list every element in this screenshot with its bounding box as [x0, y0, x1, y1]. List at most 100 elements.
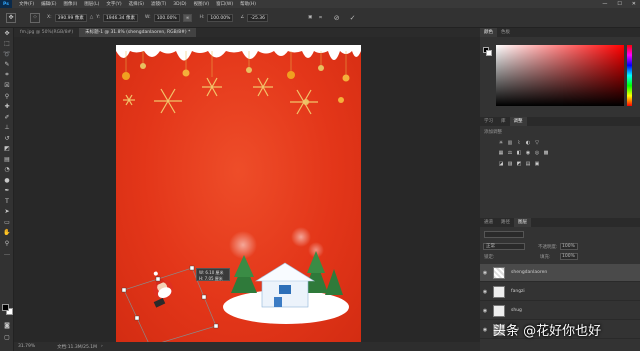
- y-field[interactable]: 1946.34 像素: [102, 13, 138, 22]
- tab-fm-jpg[interactable]: fm.jpg @ 50%(RGB/8#): [14, 28, 80, 37]
- fill-field[interactable]: 100%: [560, 253, 578, 260]
- blend-mode-select[interactable]: 正常: [483, 243, 525, 250]
- vibrance-icon[interactable]: ▽: [534, 140, 540, 146]
- tab-libraries[interactable]: 库: [497, 117, 510, 126]
- clone-stamp-tool-icon[interactable]: ⊥: [0, 123, 14, 134]
- relative-icon[interactable]: △: [90, 15, 93, 20]
- visibility-eye-icon[interactable]: ◉: [480, 327, 490, 333]
- move-tool-preset-icon[interactable]: ✥: [6, 12, 16, 23]
- menu-image[interactable]: 图像(I): [63, 1, 77, 7]
- maximize-button[interactable]: ☐: [617, 1, 621, 7]
- tab-paths[interactable]: 路径: [497, 218, 514, 227]
- black-white-icon[interactable]: ◧: [516, 150, 522, 156]
- menu-window[interactable]: 窗口(W): [216, 1, 233, 7]
- quick-select-tool-icon[interactable]: ✎: [0, 60, 14, 71]
- gradient-map-icon[interactable]: ▤: [525, 161, 531, 167]
- x-field[interactable]: 390.99 像素: [54, 13, 87, 22]
- brightness-icon[interactable]: ☀: [498, 140, 504, 146]
- type-tool-icon[interactable]: T: [0, 196, 14, 207]
- curves-icon[interactable]: ⌇: [516, 140, 522, 146]
- menu-edit[interactable]: 编辑(E): [41, 1, 56, 7]
- crop-tool-icon[interactable]: ⌗: [0, 70, 14, 81]
- shape-tool-icon[interactable]: ▭: [0, 217, 14, 228]
- visibility-eye-icon[interactable]: ◉: [480, 270, 490, 276]
- layer-name[interactable]: shug: [511, 308, 522, 313]
- link-icon[interactable]: ∞: [182, 13, 193, 22]
- menu-view[interactable]: 视图(V): [194, 1, 210, 7]
- interpolation-icon[interactable]: ▣: [308, 15, 312, 20]
- blur-tool-icon[interactable]: ◔: [0, 165, 14, 176]
- hue-slider[interactable]: [627, 45, 632, 106]
- threshold-icon[interactable]: ◩: [516, 161, 522, 167]
- dodge-tool-icon[interactable]: ●: [0, 175, 14, 186]
- height-field[interactable]: 100.00%: [207, 13, 234, 22]
- layer-name[interactable]: fangzi: [511, 289, 525, 294]
- invert-icon[interactable]: ◪: [498, 161, 504, 167]
- layer-row[interactable]: ◉ fangzi: [480, 283, 640, 301]
- frame-tool-icon[interactable]: ☒: [0, 81, 14, 92]
- layer-row[interactable]: ◉ shengdanlaoren: [480, 264, 640, 282]
- panel-background-swatch[interactable]: [486, 50, 492, 56]
- layer-filter-kind[interactable]: [484, 231, 524, 238]
- menu-help[interactable]: 帮助(H): [240, 1, 256, 7]
- screen-mode-icon[interactable]: ▢: [0, 332, 14, 343]
- visibility-eye-icon[interactable]: ◉: [480, 289, 490, 295]
- tab-channels[interactable]: 通道: [480, 218, 497, 227]
- move-tool-icon[interactable]: ✥: [0, 28, 14, 39]
- opacity-field[interactable]: 100%: [560, 243, 578, 250]
- pen-tool-icon[interactable]: ✒: [0, 186, 14, 197]
- eyedropper-tool-icon[interactable]: ⚲: [0, 91, 14, 102]
- more-tools-icon[interactable]: …: [0, 249, 14, 260]
- tab-learn[interactable]: 学习: [480, 117, 497, 126]
- document-size: 文档:11.3M/25.1M: [57, 344, 98, 350]
- photo-filter-icon[interactable]: ◉: [525, 150, 531, 156]
- watermark: 头条 @花好你也好: [493, 318, 601, 340]
- levels-icon[interactable]: ▥: [507, 140, 513, 146]
- hue-sat-icon[interactable]: ▦: [498, 150, 504, 156]
- tab-untitled-1[interactable]: 未标题-1 @ 31.8% (shengdanlaoren, RGB/8#) *: [79, 28, 197, 37]
- history-brush-tool-icon[interactable]: ↺: [0, 133, 14, 144]
- posterize-icon[interactable]: ▨: [507, 161, 513, 167]
- layer-name[interactable]: shengdanlaoren: [511, 270, 547, 275]
- gradient-tool-icon[interactable]: ▤: [0, 154, 14, 165]
- menu-select[interactable]: 选择(S): [129, 1, 144, 7]
- menu-layer[interactable]: 图层(L): [84, 1, 99, 7]
- quick-mask-icon[interactable]: ◙: [0, 320, 14, 331]
- color-lookup-icon[interactable]: ▩: [543, 150, 549, 156]
- width-field[interactable]: 100.00%: [153, 13, 180, 22]
- tab-adjustments[interactable]: 调整: [509, 117, 527, 126]
- warp-icon[interactable]: ⌗: [319, 15, 322, 21]
- menu-filter[interactable]: 滤镜(T): [151, 1, 166, 7]
- color-balance-icon[interactable]: ⚖: [507, 150, 513, 156]
- tab-layers[interactable]: 图层: [514, 218, 531, 227]
- zoom-tool-icon[interactable]: ⚲: [0, 238, 14, 249]
- visibility-eye-icon[interactable]: ◉: [480, 308, 490, 314]
- menu-3d[interactable]: 3D(D): [173, 2, 186, 7]
- menu-file[interactable]: 文件(F): [19, 1, 34, 7]
- lasso-tool-icon[interactable]: ➰: [0, 49, 14, 60]
- close-button[interactable]: ✕: [632, 1, 636, 7]
- brush-tool-icon[interactable]: ✐: [0, 112, 14, 123]
- commit-transform-icon[interactable]: ✓: [350, 14, 356, 22]
- add-adjustment-label: 添加调整: [484, 130, 502, 135]
- selective-color-icon[interactable]: ▣: [534, 161, 540, 167]
- menu-type[interactable]: 文字(Y): [106, 1, 121, 7]
- color-picker-field[interactable]: [496, 45, 624, 106]
- marquee-tool-icon[interactable]: ⬚: [0, 39, 14, 50]
- zoom-level[interactable]: 31.79%: [18, 344, 35, 349]
- tab-swatches[interactable]: 色板: [497, 28, 514, 37]
- healing-brush-tool-icon[interactable]: ✚: [0, 102, 14, 113]
- minimize-button[interactable]: —: [602, 1, 607, 7]
- exposure-icon[interactable]: ◐: [525, 140, 531, 146]
- angle-field[interactable]: -25.36: [247, 13, 268, 22]
- foreground-background-swatches[interactable]: [2, 304, 13, 315]
- channel-mixer-icon[interactable]: ◎: [534, 150, 540, 156]
- cancel-transform-icon[interactable]: ⊘: [334, 14, 340, 22]
- eraser-tool-icon[interactable]: ◩: [0, 144, 14, 155]
- status-arrow-icon[interactable]: ›: [101, 344, 103, 349]
- foreground-color-swatch[interactable]: [2, 304, 9, 311]
- tab-color[interactable]: 颜色: [480, 28, 497, 37]
- path-select-tool-icon[interactable]: ➤: [0, 207, 14, 218]
- hand-tool-icon[interactable]: ✋: [0, 228, 14, 239]
- reference-point-icon[interactable]: ⁘: [30, 12, 40, 23]
